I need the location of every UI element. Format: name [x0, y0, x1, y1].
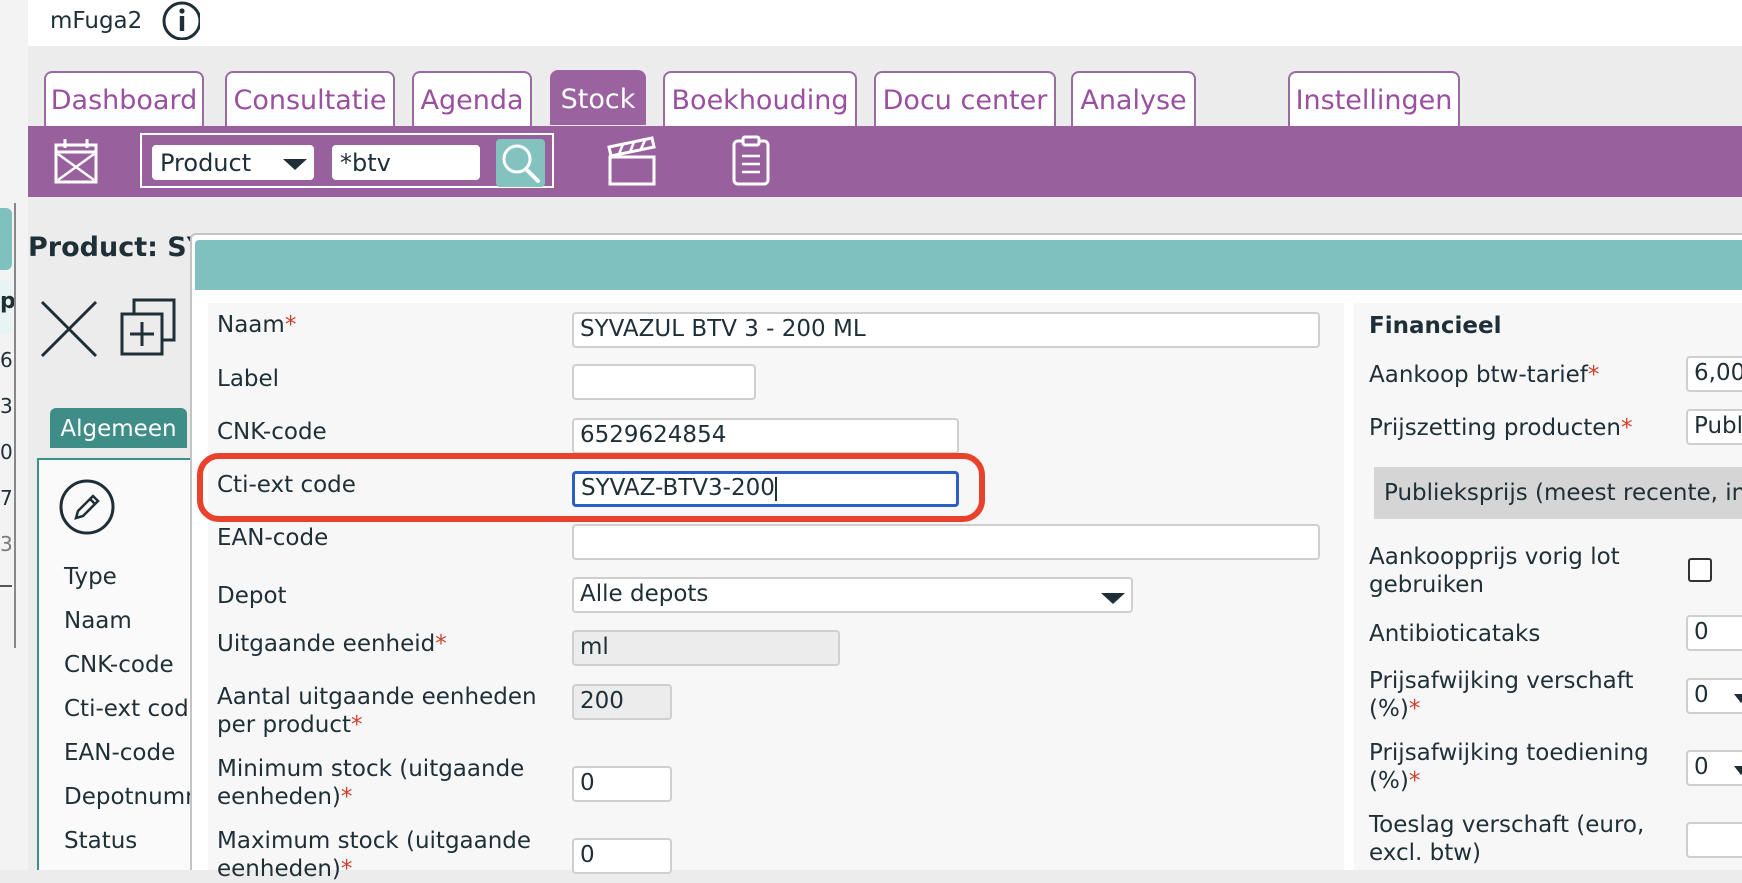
sidebar-digit: 3 [0, 394, 13, 418]
toeslag-verschaft-label: Toeslag verschaft (euro, excl. btw) [1369, 812, 1645, 866]
label-label: Label [217, 366, 280, 392]
depot-select[interactable]: Alle depots [572, 577, 1133, 613]
app-title: mFuga2 [50, 8, 143, 34]
prijsafwijking-toediening-value: 0 [1694, 754, 1709, 780]
sidebar-digit: 0 [0, 440, 13, 464]
prijsafwijking-verschaft-select[interactable]: 0 [1686, 678, 1742, 714]
depot-value: Alle depots [580, 581, 709, 607]
prijszetting-label: Prijszetting producten* [1369, 415, 1633, 441]
bg-field-label: Status [64, 828, 138, 854]
financieel-title: Financieel [1369, 313, 1502, 339]
search-icon [502, 144, 540, 183]
tab-algemeen[interactable]: Algemeen [50, 408, 187, 448]
sidebar-divider [0, 585, 12, 587]
edit-icon[interactable] [58, 478, 116, 536]
search-input[interactable]: *btv [332, 145, 480, 180]
bg-field-label: EAN-code [64, 740, 176, 766]
depot-label: Depot [217, 583, 287, 609]
maximum-stock-label: Maximum stock (uitgaande eenheden)* [217, 828, 532, 882]
aankoopprijs-vorig-label: Aankoopprijs vorig lot gebruiken [1369, 544, 1620, 598]
aantal-eenheden-label: Aantal uitgaande eenheden per product* [217, 684, 537, 738]
calendar-icon[interactable] [53, 137, 99, 185]
minimum-stock-field[interactable]: 0 [572, 766, 672, 802]
tab-dashboard[interactable]: Dashboard [44, 71, 204, 126]
close-icon[interactable] [38, 298, 100, 360]
prijsafwijking-toediening-select[interactable]: 0 [1686, 750, 1742, 786]
label-field[interactable] [572, 364, 756, 400]
tab-analyse[interactable]: Analyse [1071, 71, 1196, 126]
chevron-down-icon [283, 159, 307, 170]
prijszetting-select[interactable]: Publi [1686, 409, 1742, 445]
prijsafwijking-verschaft-value: 0 [1694, 682, 1709, 708]
tab-boekhouding[interactable]: Boekhouding [663, 71, 857, 126]
prijsafwijking-toediening-label: Prijsafwijking toediening (%)* [1369, 740, 1649, 794]
info-icon[interactable] [160, 0, 202, 41]
sidebar-digit: 3 [0, 532, 13, 556]
tab-instellingen[interactable]: Instellingen [1288, 71, 1460, 126]
bg-field-label: Naam [64, 608, 132, 634]
sidebar-border [14, 203, 16, 648]
chevron-down-icon [1101, 593, 1125, 604]
bg-field-label: Type [64, 564, 117, 590]
naam-field[interactable]: SYVAZUL BTV 3 - 200 ML [572, 312, 1320, 348]
clipboard-icon[interactable] [730, 134, 774, 188]
highlight-annotation [197, 453, 985, 522]
left-sidebar-strip: p 6 3 0 7 3 [0, 0, 28, 870]
aantal-eenheden-field[interactable]: 200 [572, 684, 672, 720]
chevron-down-icon [1734, 694, 1742, 703]
aankoop-btw-label: Aankoop btw-tarief* [1369, 362, 1600, 388]
search-type-value: Product [160, 149, 252, 177]
bg-field-label: Cti-ext cod [64, 696, 189, 722]
antibioticataks-field[interactable]: 0 [1686, 615, 1742, 651]
tab-stock[interactable]: Stock [550, 70, 646, 125]
publieksprijs-section-header: Publieksprijs (meest recente, inc [1374, 467, 1742, 519]
page-title: Product: SY [28, 232, 207, 263]
toeslag-verschaft-field[interactable] [1686, 822, 1742, 858]
bg-field-label: Depotnumm [64, 784, 208, 810]
cnk-code-label: CNK-code [217, 419, 327, 445]
chevron-down-icon [1734, 766, 1742, 775]
bg-field-label: CNK-code [64, 652, 174, 678]
tab-consultatie[interactable]: Consultatie [225, 71, 395, 126]
sidebar-tab-edge[interactable] [0, 208, 12, 270]
duplicate-icon[interactable] [118, 298, 180, 360]
tab-docu-center[interactable]: Docu center [874, 71, 1056, 126]
sidebar-digit: 7 [0, 486, 13, 510]
ean-code-field[interactable] [572, 524, 1320, 560]
minimum-stock-label: Minimum stock (uitgaande eenheden)* [217, 756, 525, 810]
ean-code-label: EAN-code [217, 525, 329, 551]
sidebar-digit: 6 [0, 348, 13, 372]
naam-label: Naam* [217, 312, 297, 338]
aankoopprijs-vorig-checkbox[interactable] [1688, 558, 1712, 582]
prijsafwijking-verschaft-label: Prijsafwijking verschaft (%)* [1369, 668, 1634, 722]
top-bar [28, 0, 1742, 46]
tab-agenda[interactable]: Agenda [412, 71, 532, 126]
maximum-stock-field[interactable]: 0 [572, 838, 672, 874]
search-button[interactable] [496, 139, 545, 187]
search-type-select[interactable]: Product [152, 145, 314, 180]
uitgaande-eenheid-label: Uitgaande eenheid* [217, 631, 447, 657]
uitgaande-eenheid-field[interactable]: ml [572, 630, 840, 666]
clapperboard-icon[interactable] [606, 135, 660, 187]
antibioticataks-label: Antibioticataks [1369, 621, 1541, 647]
aankoop-btw-field[interactable]: 6,00 [1686, 356, 1742, 392]
cnk-code-field[interactable]: 6529624854 [572, 418, 959, 454]
modal-header[interactable] [195, 240, 1742, 290]
